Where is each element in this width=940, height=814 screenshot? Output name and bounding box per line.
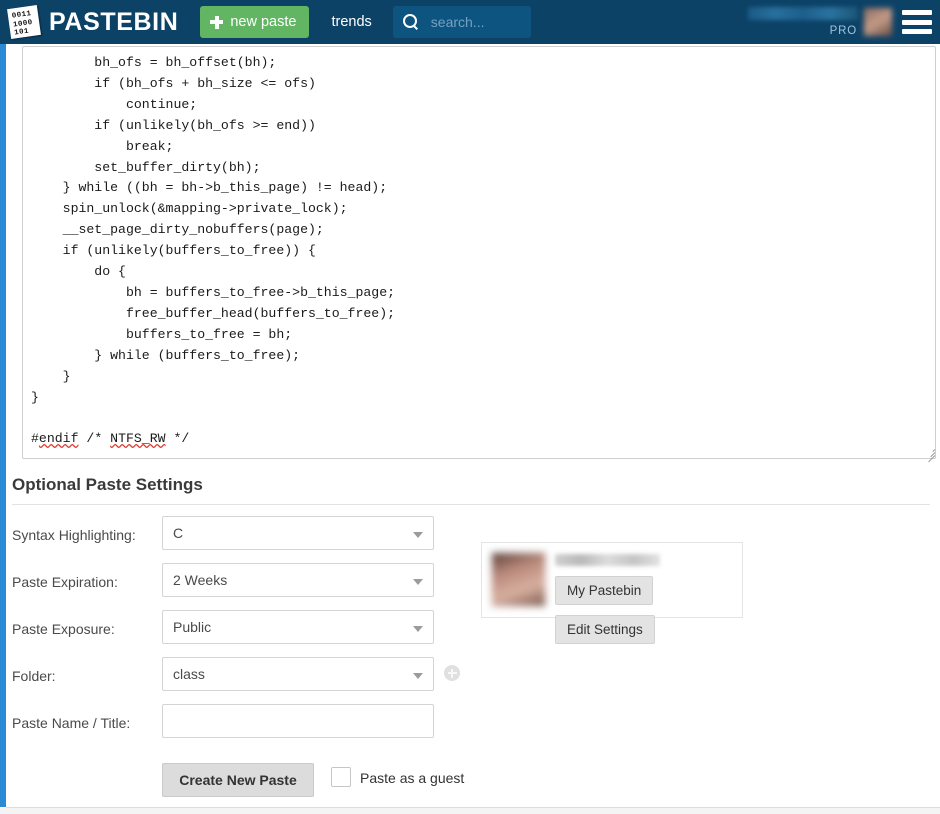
user-profile-card: My Pastebin Edit Settings <box>481 542 743 644</box>
field-row-folder: Folder: class <box>6 657 940 704</box>
add-folder-icon[interactable] <box>444 665 460 681</box>
profile-username-redacted <box>555 554 660 566</box>
paste-expiration-select[interactable]: 2 Weeks <box>162 563 434 597</box>
search-input[interactable] <box>428 13 521 31</box>
header-user-area: PRO <box>748 0 940 44</box>
hamburger-bar-2 <box>902 19 932 25</box>
paste-settings-form: Syntax Highlighting: C Paste Expiration:… <box>6 516 940 803</box>
chevron-down-icon <box>413 579 423 585</box>
site-header: 0011 1000 101 PASTEBIN new paste trends … <box>0 0 940 44</box>
submit-row: Create New Paste Paste as a guest <box>6 763 940 803</box>
paste-expiration-value: 2 Weeks <box>173 572 228 588</box>
field-row-syntax: Syntax Highlighting: C <box>6 516 940 563</box>
pro-badge: PRO <box>829 25 857 37</box>
search-box[interactable] <box>392 6 531 38</box>
new-paste-label: new paste <box>230 14 297 30</box>
create-new-paste-button[interactable]: Create New Paste <box>162 763 314 797</box>
chevron-down-icon <box>413 626 423 632</box>
search-icon <box>402 14 419 30</box>
profile-details: My Pastebin Edit Settings <box>555 552 733 644</box>
paste-code-textarea[interactable]: bh_ofs = bh_offset(bh); if (bh_ofs + bh_… <box>22 46 936 459</box>
chevron-down-icon <box>413 532 423 538</box>
header-username-redacted <box>748 7 858 20</box>
profile-avatar[interactable] <box>491 552 546 607</box>
paste-title-input[interactable] <box>162 704 434 738</box>
header-username-block[interactable]: PRO <box>748 7 858 37</box>
field-row-expiration: Paste Expiration: 2 Weeks <box>6 563 940 610</box>
settings-heading: Optional Paste Settings <box>12 475 203 494</box>
hamburger-menu-icon[interactable] <box>902 10 932 34</box>
page-left-accent-strip <box>0 44 6 807</box>
footer-strip <box>0 808 940 814</box>
header-avatar[interactable] <box>864 8 892 36</box>
paste-expiration-label: Paste Expiration: <box>12 574 118 590</box>
syntax-highlighting-value: C <box>173 525 184 541</box>
folder-value: class <box>173 666 205 682</box>
edit-settings-button[interactable]: Edit Settings <box>555 615 655 644</box>
folder-label: Folder: <box>12 668 56 684</box>
textarea-resize-handle[interactable] <box>924 446 936 463</box>
chevron-down-icon <box>413 673 423 679</box>
logo[interactable]: 0011 1000 101 PASTEBIN <box>6 4 178 40</box>
hamburger-bar-1 <box>902 10 932 15</box>
pastebin-logo-icon: 0011 1000 101 <box>6 4 42 40</box>
plus-icon <box>210 15 224 29</box>
folder-select[interactable]: class <box>162 657 434 691</box>
syntax-highlighting-select[interactable]: C <box>162 516 434 550</box>
paste-title-label: Paste Name / Title: <box>12 715 131 731</box>
new-paste-button[interactable]: new paste <box>200 6 310 38</box>
my-pastebin-button[interactable]: My Pastebin <box>555 576 654 605</box>
paste-as-guest-label[interactable]: Paste as a guest <box>360 770 464 786</box>
paste-exposure-select[interactable]: Public <box>162 610 434 644</box>
paste-as-guest-checkbox[interactable] <box>331 767 351 787</box>
field-row-exposure: Paste Exposure: Public <box>6 610 940 657</box>
paste-exposure-label: Paste Exposure: <box>12 621 115 637</box>
syntax-highlighting-label: Syntax Highlighting: <box>12 527 136 543</box>
paste-exposure-value: Public <box>173 619 212 635</box>
hamburger-bar-3 <box>902 29 932 34</box>
settings-divider <box>12 504 930 505</box>
brand-title: PASTEBIN <box>49 7 179 36</box>
trends-link[interactable]: trends <box>331 14 371 30</box>
logo-binary-digits: 0011 1000 101 <box>8 6 42 40</box>
field-row-title: Paste Name / Title: <box>6 704 940 751</box>
